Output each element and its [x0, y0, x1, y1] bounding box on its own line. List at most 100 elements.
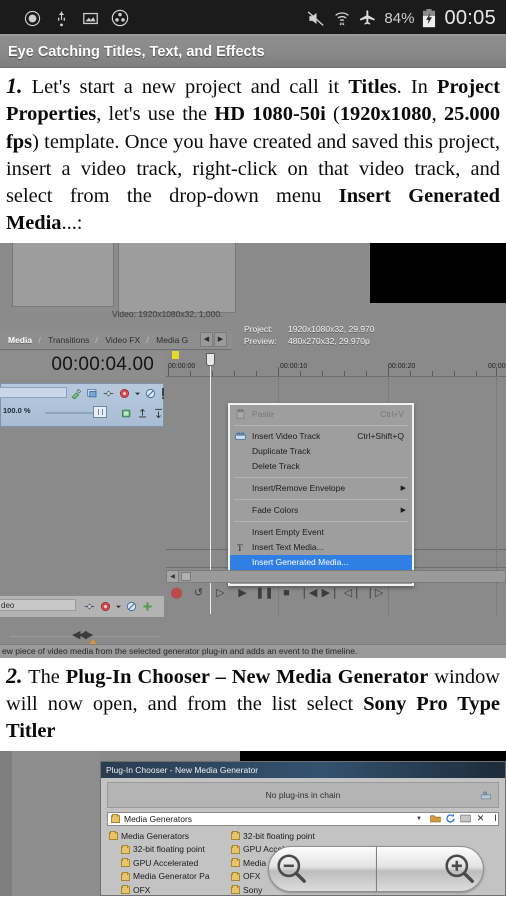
tab-prev-arrow-icon[interactable]: ◀	[200, 331, 213, 347]
plugin-chain-area[interactable]: No plug-ins in chain	[107, 781, 499, 808]
vegas-pro-timeline-screenshot[interactable]: Video: 1920x1080x32, 1,000. Project: 1920…	[0, 242, 506, 658]
media-pool-tabstrip[interactable]: Media Transitions Video FX Media G	[0, 330, 232, 349]
track-header-selected[interactable]: 100.0 %	[0, 382, 165, 427]
transport-pause-button[interactable]: ❚❚	[255, 587, 273, 600]
ruler-label-2: 00:00:20	[388, 362, 416, 370]
transport-controls[interactable]: ⬤ ↺ ▷ ▶ ❚❚ ■ ❘◀ ▶❘ ◁❘ ❘▷	[170, 587, 384, 600]
tab-media[interactable]: Media	[0, 335, 40, 345]
menu-separator	[234, 424, 408, 426]
refresh-icon[interactable]	[445, 813, 456, 824]
menu-item-paste[interactable]: Paste Ctrl+V	[230, 407, 412, 422]
add-track-icon[interactable]	[142, 599, 153, 611]
menu-item-insert-generated-media[interactable]: Insert Generated Media...	[230, 554, 412, 570]
paragraph-step-2: 2. The Plug-In Chooser – New Media Gener…	[6, 662, 500, 743]
menu-item-insert-text-media[interactable]: T Insert Text Media...	[230, 540, 412, 555]
track-motion-gear-icon[interactable]	[119, 386, 130, 398]
menu-item-insert-remove-envelope[interactable]: Insert/Remove Envelope ▶	[230, 481, 412, 496]
zoom-out-button[interactable]	[268, 846, 377, 892]
tabstrip-scroll-arrows[interactable]: ◀ ▶	[200, 331, 227, 347]
tab-transitions[interactable]: Transitions	[40, 335, 97, 345]
chevron-down-icon[interactable]: ▼	[416, 816, 422, 822]
plugin-chooser-titlebar: Plug-In Chooser - New Media Generator	[101, 761, 505, 778]
menu-item-insert-video-track[interactable]: Insert Video Track Ctrl+Shift+Q	[230, 429, 412, 444]
chain-plugin-icon[interactable]	[481, 790, 492, 801]
wifi-icon	[333, 9, 351, 27]
timeline-marker-flag[interactable]	[172, 350, 179, 359]
menu-item-fade-colors-label: Fade Colors	[252, 505, 299, 516]
menu-item-insert-empty-event[interactable]: Insert Empty Event	[230, 525, 412, 540]
menu-item-insert-remove-envelope-label: Insert/Remove Envelope	[252, 483, 346, 494]
new-folder-icon[interactable]	[460, 813, 471, 824]
transport-previous-frame-button[interactable]: ◁❘	[344, 587, 362, 600]
plugin-tree-left[interactable]: Media Generators 32-bit floating point G…	[109, 830, 227, 896]
track-header-2-icons[interactable]	[84, 599, 153, 611]
menu-item-insert-generated-media-label: Insert Generated Media...	[252, 557, 349, 568]
tree-item[interactable]: 32-bit floating point	[109, 843, 227, 857]
transport-play-from-start-button[interactable]: ▷	[214, 587, 227, 600]
track-header-icon-row-2[interactable]	[121, 406, 164, 419]
ruler-label-0: 00:00:00	[168, 362, 196, 370]
bypass-fx-icon[interactable]	[145, 386, 156, 398]
menu-item-delete-track[interactable]: Delete Track	[230, 459, 412, 474]
zoom-out-icon	[275, 852, 309, 886]
transport-go-to-end-button[interactable]: ▶❘	[322, 587, 340, 600]
tree-item[interactable]: 32-bit floating point	[231, 830, 361, 844]
media-thumbnail-b	[118, 242, 236, 313]
transport-loop-button[interactable]: ↺	[192, 587, 205, 600]
bypass-fx-icon[interactable]	[126, 599, 137, 611]
scroll-left-arrow-icon[interactable]: ◀	[167, 570, 179, 582]
track-motion-dropdown-icon[interactable]	[116, 599, 121, 610]
menu-item-fade-colors[interactable]: Fade Colors ▶	[230, 503, 412, 518]
automation-settings-icon[interactable]	[71, 386, 82, 400]
article-content[interactable]: 1. Let's start a new project and call it…	[0, 68, 506, 900]
track-motion-dropdown-icon[interactable]	[135, 386, 140, 397]
track-header-second[interactable]: deo	[0, 594, 164, 617]
tree-item[interactable]: Media Generators	[109, 830, 227, 844]
zoom-controls-overlay[interactable]	[268, 846, 484, 892]
rename-icon[interactable]: I	[490, 813, 501, 824]
menu-item-insert-video-track-accel: Ctrl+Shift+Q	[357, 431, 404, 442]
transport-record-button[interactable]: ⬤	[170, 587, 183, 600]
track-more-icon[interactable]	[161, 386, 165, 399]
timeline-horizontal-scrollbar[interactable]: ◀	[166, 569, 506, 583]
tab-next-arrow-icon[interactable]: ▶	[214, 331, 227, 347]
track-fade-control[interactable]: ◀◀▶	[10, 627, 160, 647]
timeline-cursor-handle[interactable]	[206, 352, 215, 366]
step-number-1: 1.	[6, 73, 23, 98]
track-motion-gear-icon[interactable]	[100, 599, 111, 611]
scrollbar-thumb[interactable]	[181, 571, 191, 581]
track-name-input[interactable]	[0, 386, 67, 398]
track-level-slider-knob[interactable]	[93, 405, 107, 418]
transport-stop-button[interactable]: ■	[280, 587, 293, 600]
browse-plugins-icon[interactable]	[430, 813, 441, 824]
zoom-in-button[interactable]	[376, 846, 484, 892]
plugin-chooser-toolbar[interactable]: ✕ I	[430, 813, 501, 824]
plugin-folder-value: Media Generators	[124, 813, 193, 824]
track-context-menu[interactable]: Paste Ctrl+V Insert Video Track Ctrl+Shi…	[228, 402, 414, 586]
timeline-ruler[interactable]: 00:00:00 00:00:10 00:00:20 00:00:	[166, 362, 506, 377]
track-name-input-2[interactable]: deo	[0, 598, 76, 611]
media-thumbnail-a	[12, 242, 114, 307]
tree-item[interactable]: Media Generator Pa	[109, 870, 227, 884]
preview-window-black	[370, 242, 506, 303]
timecode-display[interactable]: 00:00:04.00	[0, 350, 164, 379]
transport-next-frame-button[interactable]: ❘▷	[366, 587, 384, 600]
tab-video-fx[interactable]: Video FX	[97, 335, 148, 345]
tree-item[interactable]: GPU Accelerated	[109, 857, 227, 871]
track-header-icon-row-1[interactable]	[71, 386, 165, 400]
close-icon[interactable]: ✕	[475, 813, 486, 824]
transport-play-button[interactable]: ▶	[236, 587, 249, 600]
menu-item-duplicate-track[interactable]: Duplicate Track	[230, 444, 412, 459]
usb-icon	[53, 10, 70, 27]
folder-icon	[121, 844, 130, 854]
track-mute-icon[interactable]	[121, 406, 132, 418]
transport-go-to-start-button[interactable]: ❘◀	[300, 587, 318, 600]
tree-item[interactable]: OFX	[109, 884, 227, 896]
compositing-mode-icon[interactable]	[84, 599, 95, 610]
tab-media-generators[interactable]: Media G	[148, 335, 196, 345]
track-minimize-icon[interactable]	[153, 406, 164, 419]
status-clock: 00:05	[444, 6, 496, 29]
track-solo-icon[interactable]	[137, 406, 148, 418]
track-fx-icon[interactable]	[87, 386, 98, 398]
compositing-mode-icon[interactable]	[103, 386, 114, 397]
